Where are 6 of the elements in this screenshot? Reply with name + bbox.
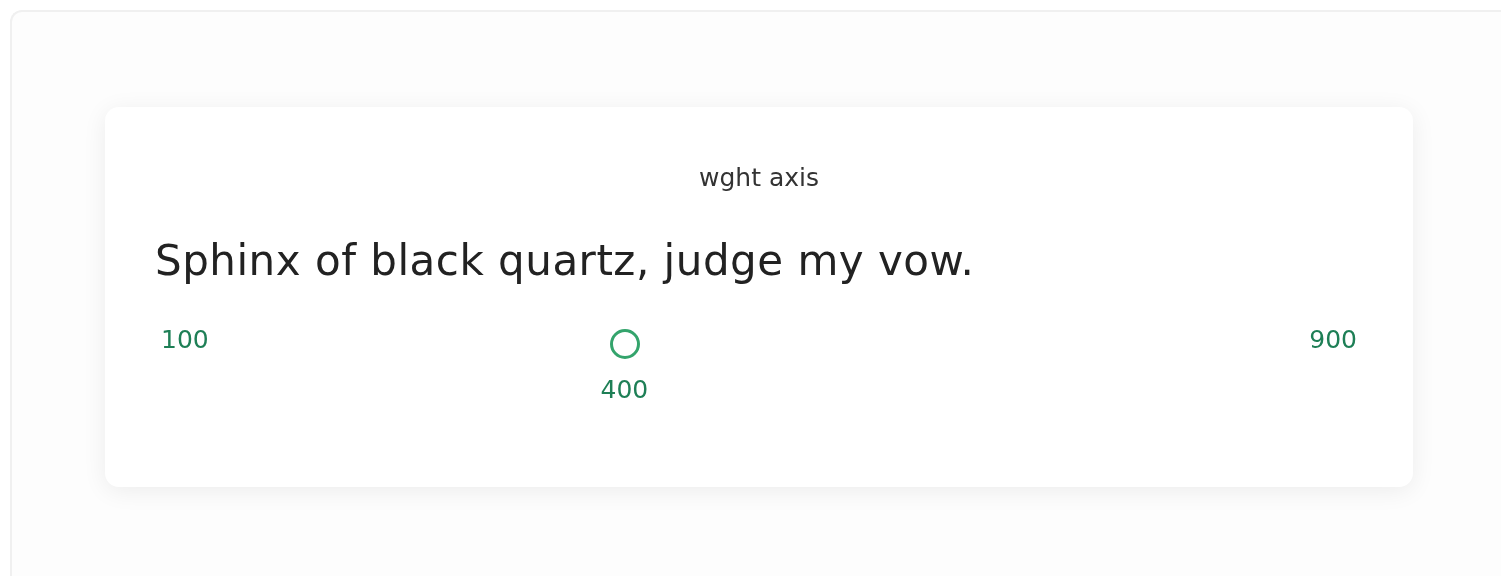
min-label: 100	[161, 325, 209, 354]
sample-text: Sphinx of black quartz, judge my vow.	[155, 236, 976, 285]
slider-thumb[interactable]	[610, 329, 641, 359]
axis-title: wght axis	[698, 163, 820, 192]
max-label: 900	[1309, 325, 1357, 354]
value-label: 400	[600, 375, 649, 404]
